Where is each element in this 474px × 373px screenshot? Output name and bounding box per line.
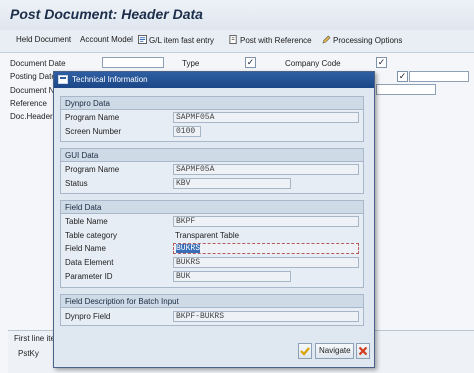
type-field[interactable]: ✓	[245, 57, 256, 68]
dynpro-field-value[interactable]: BKPF-BUKRS	[173, 311, 359, 322]
gui-program-name-label: Program Name	[65, 165, 120, 174]
pencil-icon	[322, 35, 331, 44]
batch-input-heading: Field Description for Batch Input	[65, 297, 179, 306]
gui-data-heading: GUI Data	[65, 151, 99, 160]
type-label: Type	[182, 59, 200, 68]
dynpro-data-heading: Dynpro Data	[65, 99, 110, 108]
document-extra-field[interactable]	[376, 84, 436, 95]
parameter-id-label: Parameter ID	[65, 272, 113, 281]
gui-data-group: GUI Data Program Name SAPMF05A Status KB…	[60, 148, 364, 194]
screen-number-label: Screen Number	[65, 127, 122, 136]
checkmark-icon	[300, 347, 310, 356]
navigate-button[interactable]: Navigate	[315, 343, 354, 359]
table-name-label: Table Name	[65, 217, 108, 226]
dialog-title: Technical Information	[72, 75, 148, 84]
field-name-value[interactable]: BUKRS	[173, 243, 359, 254]
status-value[interactable]: KBV	[173, 178, 291, 189]
post-reference-icon	[229, 35, 237, 44]
field-data-group: Field Data Table Name BKPF Table categor…	[60, 200, 364, 288]
check-field-2[interactable]: ✓	[397, 71, 408, 82]
pstky-label: PstKy	[18, 349, 39, 358]
reference-label: Reference	[10, 99, 47, 108]
post-with-reference-label: Post with Reference	[240, 36, 312, 45]
company-code-field[interactable]: ✓	[376, 57, 387, 68]
window-icon	[58, 75, 68, 84]
parameter-id-value[interactable]: BUK	[173, 271, 291, 282]
program-name-value[interactable]: SAPMF05A	[173, 112, 359, 123]
application-toolbar: Held Document Account Model G/L item fas…	[0, 30, 474, 53]
gl-fast-entry-button[interactable]: G/L item fast entry	[138, 35, 214, 45]
posting-extra-field[interactable]	[409, 71, 469, 82]
status-label: Status	[65, 179, 88, 188]
posting-date-label: Posting Date	[10, 72, 56, 81]
account-model-button[interactable]: Account Model	[80, 35, 133, 44]
post-with-reference-button[interactable]: Post with Reference	[229, 35, 312, 45]
table-category-value: Transparent Table	[175, 231, 240, 240]
field-name-text: BUKRS	[176, 244, 201, 253]
data-element-label: Data Element	[65, 258, 114, 267]
gl-fast-entry-label: G/L item fast entry	[149, 36, 215, 45]
accept-button[interactable]	[298, 343, 312, 359]
processing-options-label: Processing Options	[333, 36, 403, 45]
cancel-button[interactable]	[356, 343, 370, 359]
table-name-value[interactable]: BKPF	[173, 216, 359, 227]
close-icon	[358, 346, 368, 356]
data-element-value[interactable]: BUKRS	[173, 257, 359, 268]
page-title: Post Document: Header Data	[10, 6, 203, 22]
gui-program-name-value[interactable]: SAPMF05A	[173, 164, 359, 175]
technical-information-dialog: Technical Information Dynpro Data Progra…	[53, 71, 375, 368]
title-bar: Post Document: Header Data	[0, 0, 474, 31]
screen-number-value[interactable]: 0100	[173, 126, 201, 137]
batch-input-group: Field Description for Batch Input Dynpro…	[60, 294, 364, 326]
document-date-label: Document Date	[10, 59, 66, 68]
dynpro-data-group: Dynpro Data Program Name SAPMF05A Screen…	[60, 96, 364, 142]
processing-options-button[interactable]: Processing Options	[322, 35, 402, 45]
dynpro-field-label: Dynpro Field	[65, 312, 111, 321]
document-date-field[interactable]	[102, 57, 164, 68]
field-name-label: Field Name	[65, 244, 106, 253]
table-category-label: Table category	[65, 231, 118, 240]
field-data-heading: Field Data	[65, 203, 102, 212]
program-name-label: Program Name	[65, 113, 120, 122]
held-document-button[interactable]: Held Document	[16, 35, 71, 44]
company-code-label: Company Code	[285, 59, 341, 68]
gl-item-icon	[138, 35, 147, 44]
dialog-title-bar[interactable]: Technical Information	[54, 72, 374, 88]
